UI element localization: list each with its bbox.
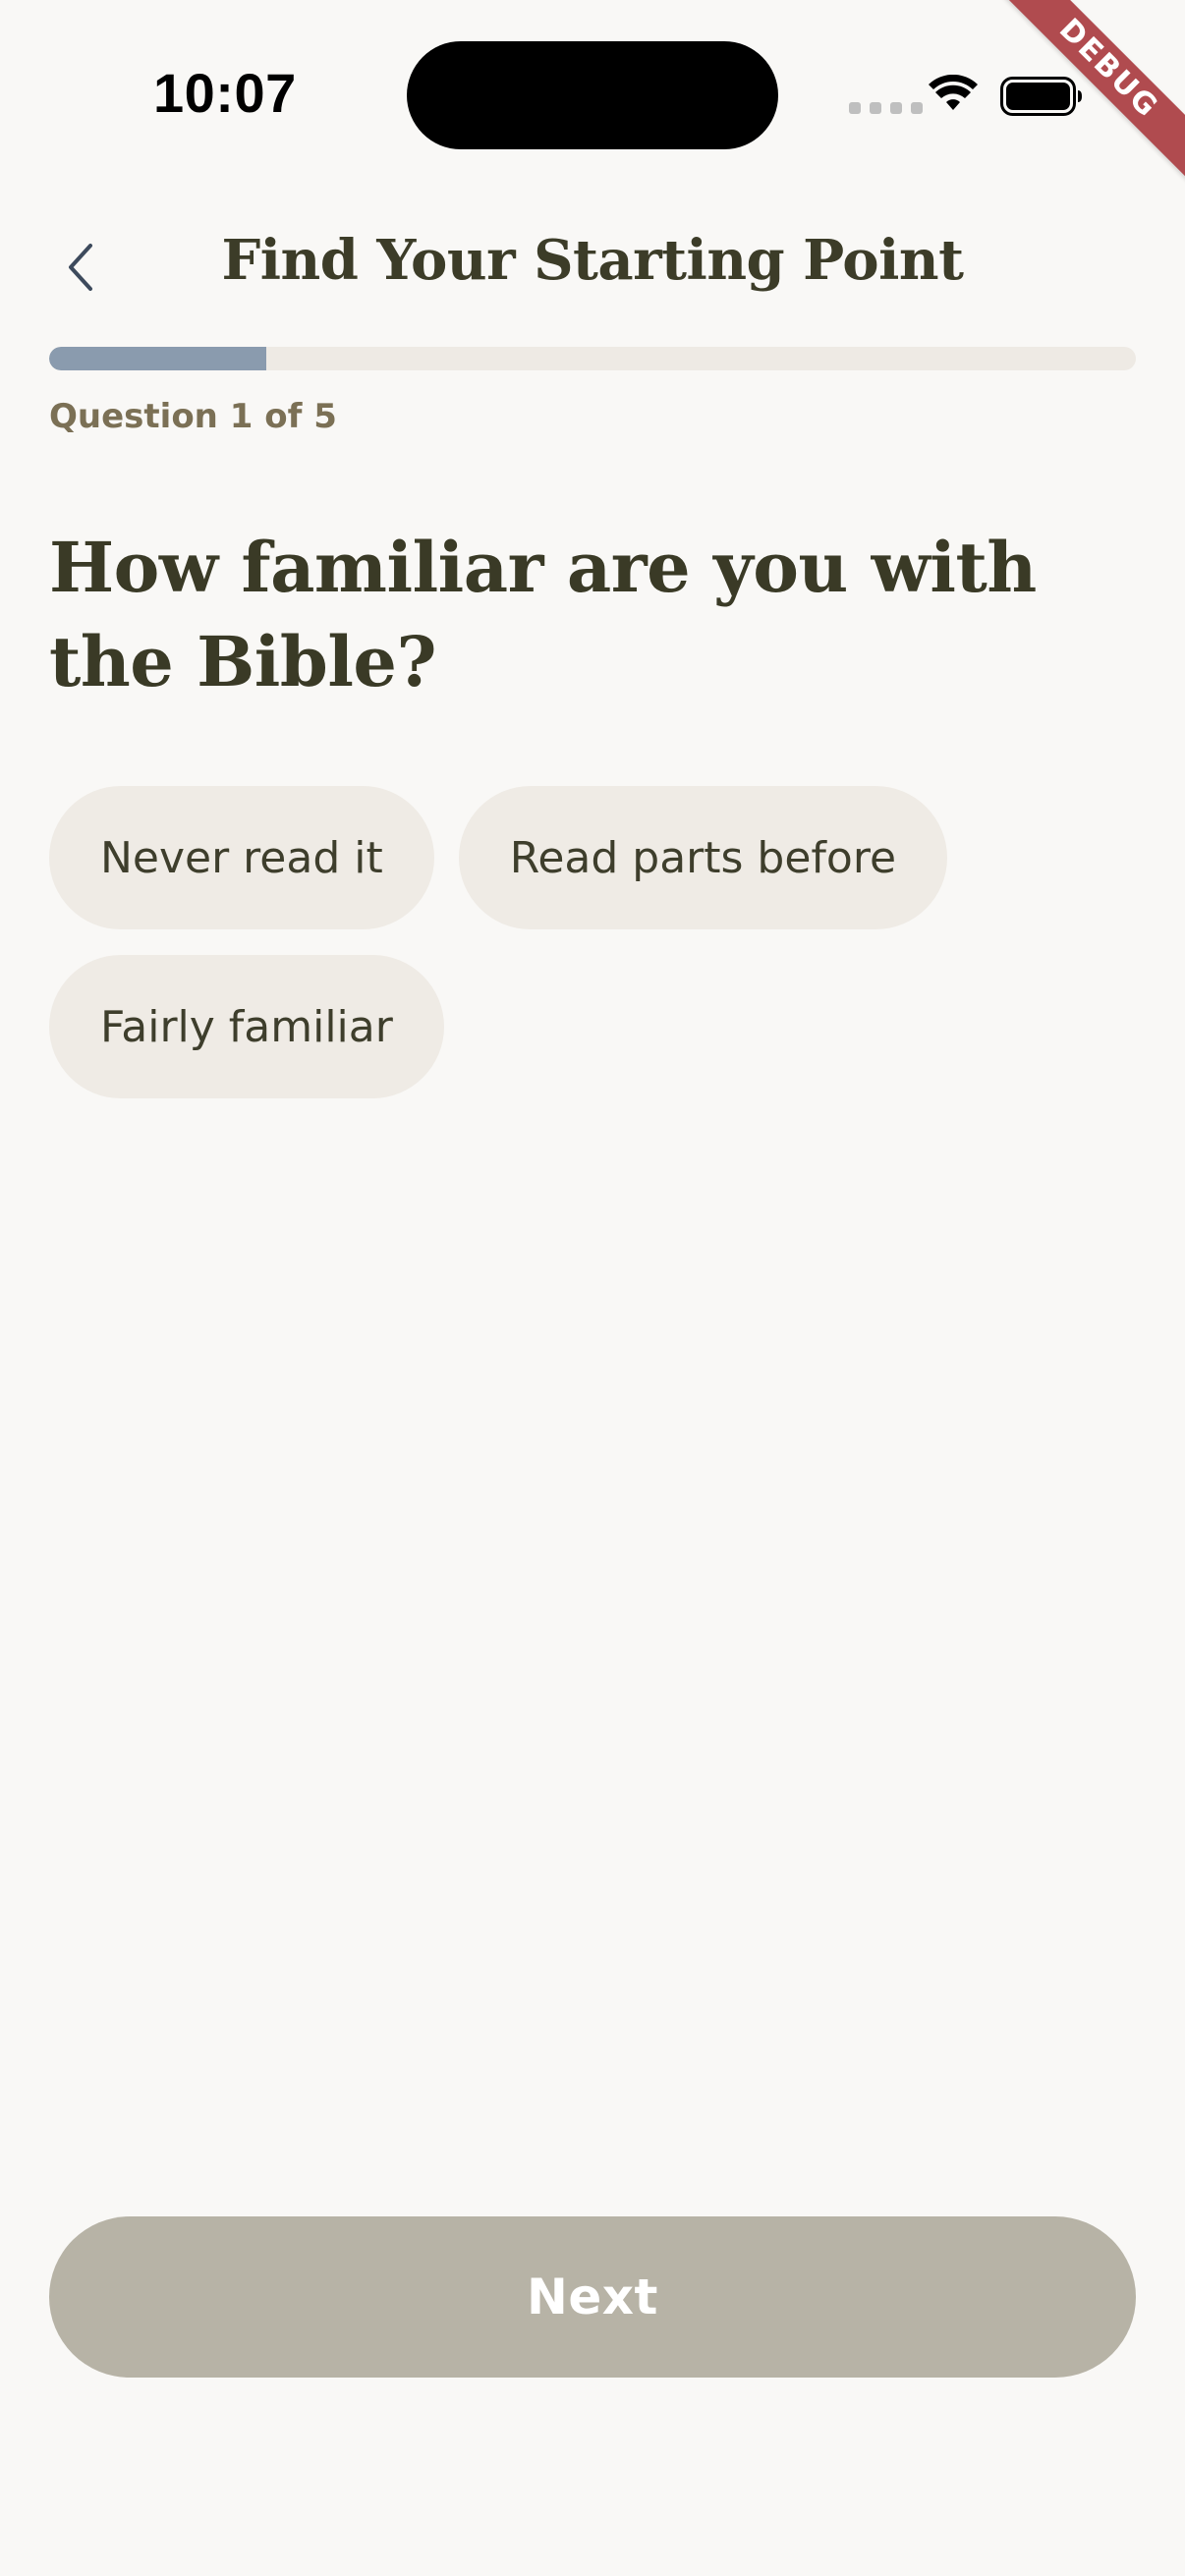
progress-bar-fill: [49, 347, 267, 370]
battery-icon: [1000, 77, 1082, 116]
wifi-icon: [929, 75, 978, 110]
option-fairly-familiar[interactable]: Fairly familiar: [49, 955, 444, 1098]
page-title: Find Your Starting Point: [221, 228, 965, 293]
next-button[interactable]: Next: [49, 2216, 1136, 2378]
question-title: How familiar are you with the Bible?: [49, 527, 1037, 702]
progress-bar: [49, 347, 1136, 370]
answer-options: Never read it Read parts before Fairly f…: [49, 786, 1140, 1098]
option-read-parts-before[interactable]: Read parts before: [458, 786, 948, 929]
cellular-signal-icon: [849, 102, 923, 114]
status-time: 10:07: [153, 62, 297, 124]
question-counter: Question 1 of 5: [49, 397, 337, 436]
dynamic-island: [407, 41, 778, 149]
option-never-read-it[interactable]: Never read it: [49, 786, 434, 929]
